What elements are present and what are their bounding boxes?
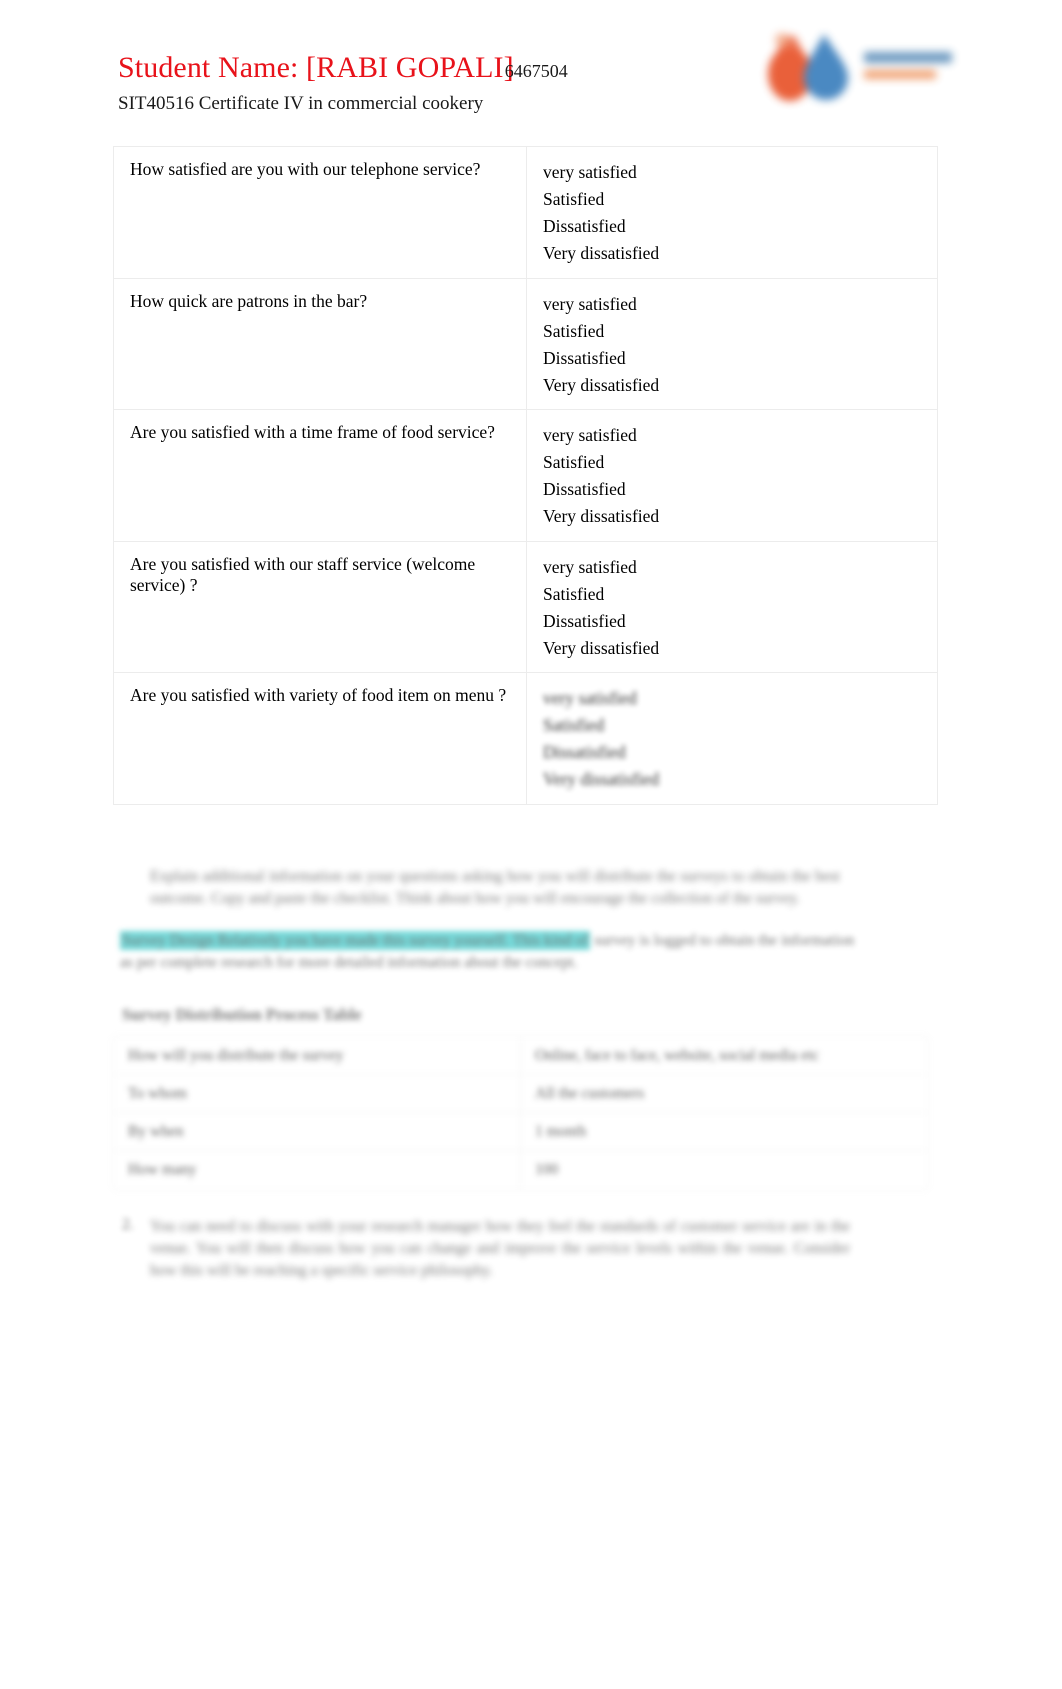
student-id: 6467504 (504, 61, 568, 81)
table-row: To whom All the customers (113, 1074, 928, 1114)
survey-question-cell: How quick are patrons in the bar? (113, 277, 527, 410)
list-bullet: 2. (122, 1216, 134, 1233)
survey-options-cell: very satisfied Satisfied Dissatisfied Ve… (526, 540, 938, 673)
survey-option[interactable]: Satisfied (543, 186, 923, 213)
survey-option[interactable]: Dissatisfied (543, 213, 923, 240)
survey-question-text: Are you satisfied with a time frame of f… (130, 422, 495, 442)
distribution-table-heading: Survey Distribution Process Table (122, 1005, 362, 1024)
institute-logo (752, 26, 970, 106)
survey-options-cell: very satisfied Satisfied Dissatisfied Ve… (526, 409, 938, 542)
cell-spacer (130, 597, 512, 643)
survey-question-cell: Are you satisfied with variety of food i… (113, 672, 527, 805)
survey-options-cell: very satisfied Satisfied Dissatisfied Ve… (526, 277, 938, 410)
table-row: Are you satisfied with our staff service… (113, 540, 938, 673)
student-name: Student Name: [RABI GOPALI] (118, 51, 514, 84)
survey-option[interactable]: Satisfied (543, 449, 923, 476)
survey-question-cell: Are you satisfied with a time frame of f… (113, 409, 527, 542)
closing-paragraph: You can need to discuss with your resear… (150, 1218, 850, 1279)
cell-spacer (130, 181, 512, 227)
cyan-highlight: Survey Design Relatively you have made t… (120, 931, 591, 950)
survey-question-text: Are you satisfied with our staff service… (130, 553, 476, 596)
dist-value-cell[interactable]: 100 (520, 1150, 928, 1190)
survey-option[interactable]: Very dissatisfied (543, 240, 923, 267)
dist-value-cell[interactable]: Online, face to face, website, social me… (520, 1035, 928, 1076)
survey-option[interactable]: very satisfied (543, 422, 923, 449)
instruction-paragraph: Explain additional information on your q… (150, 868, 840, 907)
dist-value-cell[interactable]: 1 month (520, 1112, 928, 1152)
survey-options-cell: very satisfied Satisfied Dissatisfied Ve… (526, 146, 938, 279)
survey-question-cell: How satisfied are you with our telephone… (113, 146, 527, 279)
table-row: By when 1 month (113, 1112, 928, 1152)
survey-option[interactable]: Dissatisfied (543, 345, 923, 372)
survey-question-text: How satisfied are you with our telephone… (130, 159, 481, 179)
survey-option[interactable]: very satisfied (543, 685, 923, 712)
dist-label-cell: To whom (113, 1074, 521, 1114)
survey-option[interactable]: Very dissatisfied (543, 503, 923, 530)
survey-option[interactable]: Very dissatisfied (543, 635, 923, 662)
survey-option[interactable]: Very dissatisfied (543, 372, 923, 399)
survey-question-cell: Are you satisfied with our staff service… (113, 540, 527, 673)
highlighted-paragraph: Survey Design Relatively you have made t… (120, 930, 858, 974)
survey-question-text: Are you satisfied with variety of food i… (130, 685, 507, 705)
survey-option[interactable]: Dissatisfied (543, 476, 923, 503)
dist-value-cell[interactable]: All the customers (520, 1074, 928, 1114)
table-row: How quick are patrons in the bar? very s… (113, 277, 938, 410)
survey-option[interactable]: Dissatisfied (543, 739, 923, 766)
dist-label-cell: How many (113, 1150, 521, 1190)
survey-option[interactable]: Satisfied (543, 318, 923, 345)
cell-spacer (130, 707, 512, 753)
survey-option[interactable]: Satisfied (543, 712, 923, 739)
survey-option[interactable]: very satisfied (543, 554, 923, 581)
survey-question-text: How quick are patrons in the bar? (130, 290, 368, 311)
survey-option[interactable]: Very dissatisfied (543, 766, 923, 793)
dist-label-cell: By when (113, 1112, 521, 1152)
document-page: Student Name: [RABI GOPALI]6467504 SIT40… (0, 0, 1062, 1689)
survey-option[interactable]: very satisfied (543, 159, 923, 186)
table-row: Are you satisfied with variety of food i… (113, 672, 938, 805)
survey-option[interactable]: very satisfied (543, 291, 923, 318)
table-row: How will you distribute the survey Onlin… (113, 1035, 928, 1076)
cell-spacer (130, 444, 512, 490)
survey-option[interactable]: Dissatisfied (543, 608, 923, 635)
table-row: Are you satisfied with a time frame of f… (113, 409, 938, 542)
customer-satisfaction-survey-table: How satisfied are you with our telephone… (113, 146, 938, 805)
cell-spacer (130, 312, 512, 378)
survey-distribution-process-table: How will you distribute the survey Onlin… (113, 1035, 928, 1190)
table-row: How satisfied are you with our telephone… (113, 146, 938, 279)
dist-label-cell: How will you distribute the survey (113, 1035, 521, 1076)
survey-option[interactable]: Satisfied (543, 581, 923, 608)
survey-options-cell: very satisfied Satisfied Dissatisfied Ve… (526, 672, 938, 805)
table-row: How many 100 (113, 1150, 928, 1190)
